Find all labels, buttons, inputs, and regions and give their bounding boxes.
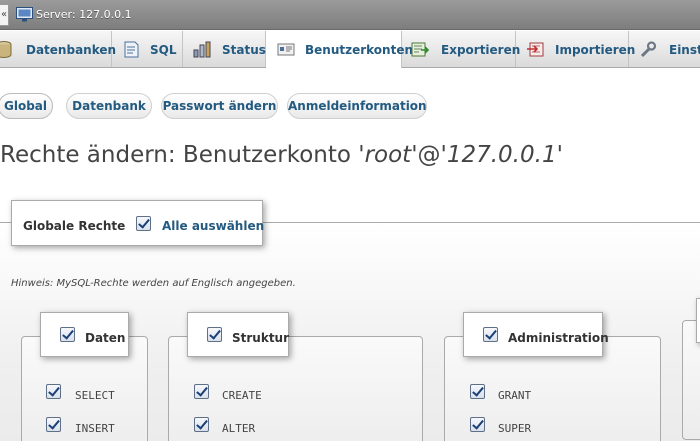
tab-settings[interactable]: Einst — [629, 31, 700, 67]
tab-label: Datenbanken — [26, 43, 117, 57]
status-icon — [193, 41, 211, 58]
administration-group-legend: Administration — [463, 312, 609, 357]
top-menu: Datenbanken SQL Status Benutzerkonten Ex… — [0, 31, 700, 68]
host-name: '127.0.0.1' — [440, 142, 563, 168]
user-accounts-icon — [277, 43, 295, 56]
export-icon — [411, 42, 429, 57]
administration-group-checkbox[interactable] — [483, 327, 498, 342]
data-group-label: Daten — [85, 331, 126, 345]
privilege-alter-checkbox[interactable] — [194, 417, 209, 432]
tab-export[interactable]: Exportieren — [402, 31, 520, 67]
at-sign: @ — [417, 142, 441, 168]
data-group-checkbox[interactable] — [60, 327, 75, 342]
sql-icon — [124, 41, 139, 58]
settings-icon — [640, 41, 657, 58]
administration-group-label: Administration — [508, 331, 609, 345]
privilege-create-label: CREATE — [222, 389, 262, 402]
page-title: Rechte ändern: Benutzerkonto 'root'@'127… — [0, 142, 563, 168]
subtab-global[interactable]: Global — [0, 93, 53, 119]
structure-group-checkbox[interactable] — [207, 327, 222, 342]
privilege-select-label: SELECT — [75, 389, 115, 402]
structure-group-legend: Struktur — [187, 312, 289, 357]
tab-label: Status — [222, 43, 266, 57]
global-privileges-label: Globale Rechte — [23, 219, 126, 233]
collapse-navigation-button[interactable]: « — [0, 4, 9, 26]
tab-label: Einst — [669, 43, 700, 57]
subtab-database[interactable]: Datenbank — [66, 93, 152, 119]
data-group-legend: Daten — [40, 312, 129, 357]
privilege-grant-label: GRANT — [498, 389, 532, 402]
privilege-create-checkbox[interactable] — [194, 384, 209, 399]
user-name: 'root' — [358, 142, 418, 168]
privilege-insert-checkbox[interactable] — [46, 417, 61, 432]
server-icon — [16, 7, 33, 22]
tab-label: Benutzerkonten — [305, 43, 414, 57]
global-privileges-legend: Globale Rechte Alle auswählen — [11, 200, 264, 246]
resource-limits-legend — [696, 298, 700, 343]
tab-user-accounts[interactable]: Benutzerkonten — [266, 31, 413, 68]
select-all-label[interactable]: Alle auswählen — [162, 219, 264, 233]
database-icon — [0, 41, 12, 58]
tab-label: SQL — [150, 43, 177, 57]
privilege-alter-label: ALTER — [222, 422, 256, 435]
subtab-login-information[interactable]: Anmeldeinformation — [287, 93, 427, 119]
tab-label: Exportieren — [441, 43, 521, 57]
import-icon — [527, 42, 544, 57]
privileges-hint: Hinweis: MySQL-Rechte werden auf Englisc… — [11, 278, 296, 289]
server-breadcrumb-bar: « Server: 127.0.0.1 — [0, 0, 700, 30]
tab-label: Importieren — [555, 43, 636, 57]
tab-sql[interactable]: SQL — [112, 31, 183, 67]
structure-group-label: Struktur — [232, 331, 290, 345]
subtab-change-password[interactable]: Passwort ändern — [161, 93, 278, 119]
tab-import[interactable]: Importieren — [516, 31, 635, 67]
privilege-super-checkbox[interactable] — [470, 417, 485, 432]
select-all-checkbox[interactable] — [136, 216, 151, 231]
privilege-grant-checkbox[interactable] — [470, 384, 485, 399]
privilege-super-label: SUPER — [498, 422, 532, 435]
tab-databases[interactable]: Datenbanken — [0, 31, 116, 67]
privilege-select-checkbox[interactable] — [46, 384, 61, 399]
privilege-insert-label: INSERT — [75, 422, 115, 435]
tab-status[interactable]: Status — [183, 31, 266, 67]
server-title[interactable]: Server: 127.0.0.1 — [36, 8, 132, 21]
